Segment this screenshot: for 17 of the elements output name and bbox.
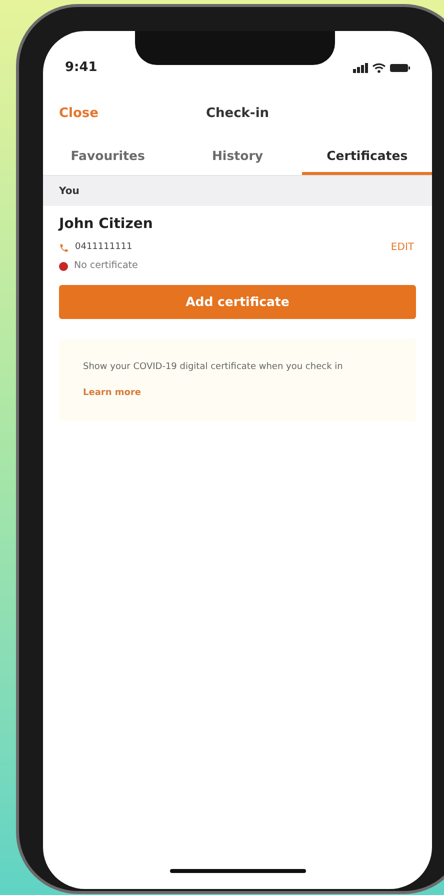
phone-icon (59, 242, 69, 252)
close-button[interactable]: Close (59, 104, 98, 124)
wifi-icon (372, 63, 386, 73)
phone-number: 0411111111 (75, 240, 132, 254)
add-certificate-button[interactable]: Add certificate (59, 285, 416, 320)
certificate-status: No certificate (74, 259, 138, 273)
info-text: Show your COVID-19 digital certificate when you check in (83, 361, 344, 374)
screen-title: Check-in (206, 105, 270, 124)
learn-more-link[interactable]: Learn more (83, 387, 392, 401)
status-time: 9:41 (65, 59, 98, 78)
tab[interactable]: Favourites (43, 141, 173, 175)
person-name: John Citizen (59, 215, 154, 234)
edit-button[interactable]: EDIT (390, 240, 416, 255)
battery-icon (390, 63, 410, 73)
signal-icon (353, 63, 368, 73)
section-title: You (59, 184, 80, 198)
tab[interactable]: History (172, 141, 302, 175)
